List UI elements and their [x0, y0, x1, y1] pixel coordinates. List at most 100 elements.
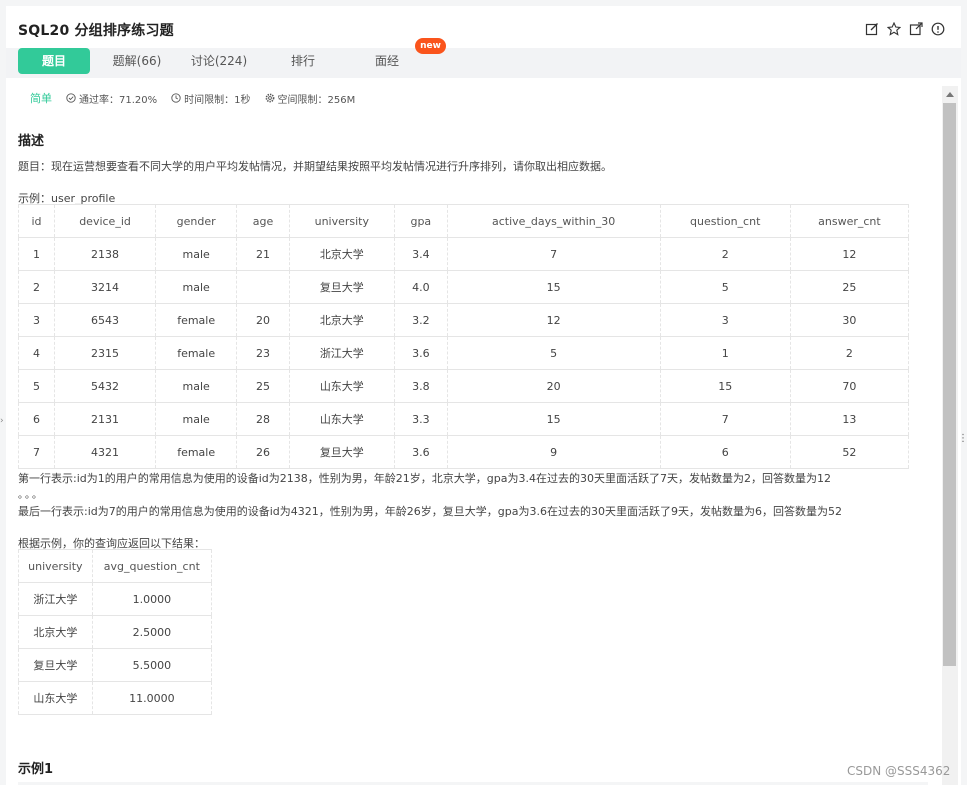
tab-ranking[interactable]: 排行	[267, 48, 339, 74]
table-cell: male	[155, 369, 238, 403]
tab-solutions[interactable]: 题解(66)	[101, 48, 173, 74]
table-cell: 3	[18, 303, 55, 337]
user-profile-table-body: 1 2138 male 21 北京大学 3.4 7 2 12 2 3214 male 复旦大学 4.0 15…	[18, 237, 910, 469]
star-icon[interactable]	[887, 22, 901, 36]
table-cell: 复旦大学	[288, 435, 395, 469]
tab-problem[interactable]: 题目	[18, 48, 90, 74]
page-title: SQL20 分组排序练习题	[18, 23, 174, 39]
table-cell: 5	[446, 336, 661, 370]
scrollbar-thumb[interactable]	[943, 103, 956, 666]
table-cell: 4321	[53, 435, 157, 469]
table-cell: 20	[446, 369, 661, 403]
problem-panel: SQL20 分组排序练习题 题目 题解(66) 讨论(224) 排行 面经 ne…	[6, 6, 961, 785]
ellipsis-text: 。。。	[18, 490, 44, 501]
column-header: active_days_within_30	[446, 204, 661, 238]
pass-rate-text: 通过率：71.20%	[79, 94, 158, 106]
table-cell: 2	[18, 270, 55, 304]
question-text: 题目：现在运营想要查看不同大学的用户平均发帖情况，并期望结果按照平均发帖情况进行…	[18, 160, 612, 173]
gear-icon	[265, 93, 274, 103]
time-limit-text: 时间限制：1秒	[184, 94, 251, 106]
table-cell: male	[155, 237, 238, 271]
column-header: university	[18, 549, 93, 583]
tab-interview[interactable]: 面经	[351, 48, 423, 74]
table-cell: 12	[446, 303, 661, 337]
table-cell: 北京大学	[18, 615, 93, 649]
table-cell: 13	[789, 402, 910, 436]
table-cell: 北京大学	[288, 303, 395, 337]
table-cell: 2131	[53, 402, 157, 436]
table-cell: 6543	[53, 303, 157, 337]
table-cell: 2	[789, 336, 910, 370]
table-row: 4 2315 female 23 浙江大学 3.6 5 1 2	[18, 336, 910, 370]
table-cell: 3.6	[393, 435, 448, 469]
table-cell: male	[155, 402, 238, 436]
problem-content: 简单 通过率：71.20% 时间限制：1秒 空间限制：256M 描述 题目：现在…	[6, 86, 940, 785]
table-cell: 2	[659, 237, 791, 271]
space-limit-text: 空间限制：256M	[277, 94, 356, 106]
result-table: university avg_question_cnt 浙江大学 1.0000 北京…	[18, 549, 213, 715]
table-cell: 21	[236, 237, 290, 271]
column-header: age	[236, 204, 290, 238]
table-cell: 70	[789, 369, 910, 403]
table-cell: 复旦大学	[288, 270, 395, 304]
result-table-body: 浙江大学 1.0000 北京大学 2.5000 复旦大学 5.5000 山东大学 11.000…	[18, 582, 213, 715]
column-header: answer_cnt	[789, 204, 910, 238]
table-cell: 28	[236, 402, 290, 436]
header-actions	[865, 22, 945, 36]
info-icon[interactable]	[931, 22, 945, 36]
difficulty-label: 简单	[30, 92, 52, 105]
more-dots-icon[interactable]: ⋮	[958, 434, 967, 444]
table-cell: 2138	[53, 237, 157, 271]
scroll-up-arrow-icon[interactable]	[946, 92, 954, 97]
table-row: 7 4321 female 26 复旦大学 3.6 9 6 52	[18, 435, 910, 469]
table-cell: 山东大学	[18, 681, 93, 715]
table-row: 1 2138 male 21 北京大学 3.4 7 2 12	[18, 237, 910, 271]
external-link-icon[interactable]	[909, 22, 923, 36]
table-cell: 23	[236, 336, 290, 370]
vertical-scrollbar[interactable]	[942, 86, 958, 785]
table-cell: 20	[236, 303, 290, 337]
pass-rate: 通过率：71.20%	[66, 91, 157, 106]
table-cell: 7	[659, 402, 791, 436]
note-last-row: 最后一行表示:id为7的用户的常用信息为使用的设备id为4321，性别为男，年龄…	[18, 505, 842, 518]
column-header: avg_question_cnt	[91, 549, 213, 583]
edit-icon[interactable]	[865, 22, 879, 36]
column-header: id	[18, 204, 55, 238]
table-cell: female	[155, 336, 238, 370]
table-cell: 7	[18, 435, 55, 469]
table-row: 山东大学 11.0000	[18, 681, 213, 715]
table-cell: 5	[659, 270, 791, 304]
table-cell: 26	[236, 435, 290, 469]
table-row: 2 3214 male 复旦大学 4.0 15 5 25	[18, 270, 910, 304]
table-cell: female	[155, 303, 238, 337]
table-cell: 15	[446, 270, 661, 304]
table-cell: 11.0000	[91, 681, 213, 715]
column-header: university	[288, 204, 395, 238]
table-cell: 4.0	[393, 270, 448, 304]
tab-discussion[interactable]: 讨论(224)	[183, 48, 255, 74]
column-header: gender	[155, 204, 238, 238]
user-profile-table: id device_id gender age university gpa a…	[18, 204, 910, 469]
table-row: 5 5432 male 25 山东大学 3.8 20 15 70	[18, 369, 910, 403]
table-cell: 浙江大学	[288, 336, 395, 370]
table-cell: 山东大学	[288, 369, 395, 403]
table-row: 6 2131 male 28 山东大学 3.3 15 7 13	[18, 402, 910, 436]
table-cell: 52	[789, 435, 910, 469]
problem-meta: 简单 通过率：71.20% 时间限制：1秒 空间限制：256M	[30, 90, 369, 106]
table-cell: 3.8	[393, 369, 448, 403]
table-cell: 5432	[53, 369, 157, 403]
description-heading: 描述	[18, 134, 45, 149]
new-badge: new	[415, 38, 446, 54]
table-cell: 3214	[53, 270, 157, 304]
table-cell: 1	[18, 237, 55, 271]
table-cell: 3.4	[393, 237, 448, 271]
tab-bar: 题目 题解(66) 讨论(224) 排行 面经 new	[6, 38, 961, 78]
collapse-arrow-icon[interactable]: ›	[0, 416, 4, 426]
table-row: 复旦大学 5.5000	[18, 648, 213, 682]
table-cell: 9	[446, 435, 661, 469]
table-cell: 3.6	[393, 336, 448, 370]
table-cell: 7	[446, 237, 661, 271]
table-cell: 2315	[53, 336, 157, 370]
time-limit: 时间限制：1秒	[171, 91, 251, 106]
table-header-row: university avg_question_cnt	[18, 549, 213, 583]
